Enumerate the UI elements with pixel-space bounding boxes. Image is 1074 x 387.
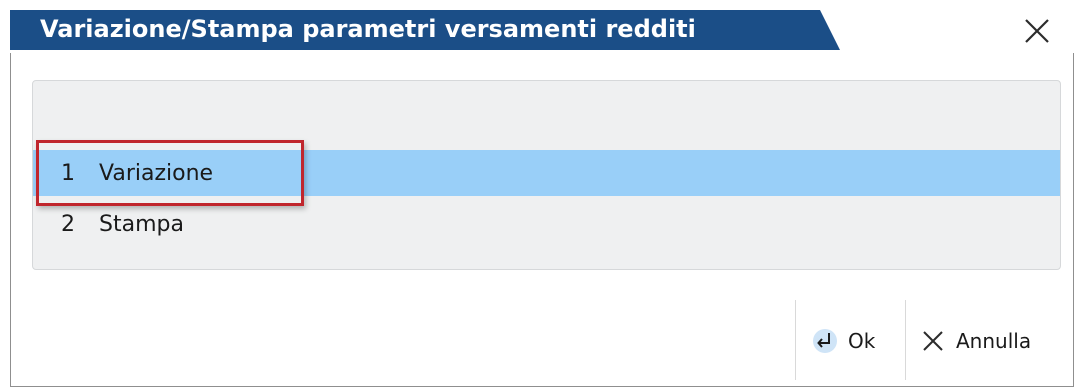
dialog-titlebar: Variazione/Stampa parametri versamenti r… — [10, 0, 1074, 53]
cancel-label: Annulla — [956, 329, 1032, 353]
menu-item-number: 1 — [61, 160, 75, 186]
close-button[interactable] — [1020, 14, 1054, 48]
cancel-button[interactable]: Annulla — [920, 318, 1031, 364]
ok-label: Ok — [848, 329, 876, 353]
ok-button[interactable]: Ok — [812, 318, 875, 364]
menu-panel: 1 Variazione 2 Stampa — [32, 80, 1061, 270]
menu-item-label: Stampa — [99, 211, 184, 237]
close-icon — [1025, 19, 1049, 43]
menu-item-label: Variazione — [99, 160, 214, 186]
menu-item-variazione[interactable]: 1 Variazione — [33, 150, 1060, 196]
menu-item-number: 2 — [61, 211, 75, 237]
footer-divider — [905, 300, 906, 380]
footer-divider — [795, 300, 796, 380]
enter-return-icon — [812, 328, 838, 354]
menu-item-stampa[interactable]: 2 Stampa — [33, 201, 1060, 247]
dialog-title: Variazione/Stampa parametri versamenti r… — [40, 15, 696, 43]
close-icon — [920, 328, 946, 354]
